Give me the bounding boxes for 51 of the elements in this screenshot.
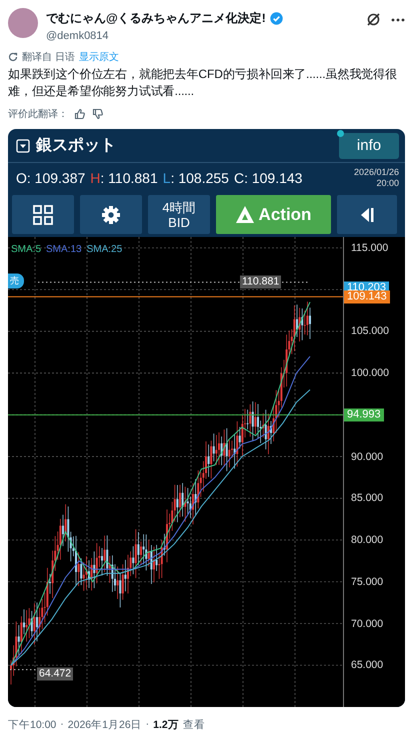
triangle-icon — [236, 206, 254, 223]
axis-label: 80.000 — [351, 534, 384, 546]
axis-label: 75.000 — [351, 576, 384, 588]
axis-label: 65.000 — [351, 659, 384, 672]
post-time[interactable]: 下午10:00 — [8, 718, 56, 732]
ohlc-value: H: 110.881 — [90, 170, 158, 186]
instrument-title[interactable]: 銀スポット — [36, 135, 333, 156]
axis-label: 70.000 — [351, 618, 384, 630]
grid-button[interactable] — [12, 195, 74, 234]
author-name[interactable]: でむにゃん@くるみちゃんアニメ化決定! — [46, 10, 266, 27]
legend-label: SMA:13 — [46, 244, 82, 255]
legend-label: SMA:5 — [11, 244, 42, 255]
info-button[interactable]: info — [339, 132, 399, 158]
no-translate-icon[interactable] — [366, 12, 381, 27]
settings-icon — [101, 204, 121, 224]
timeframe-button[interactable]: 4時間 BID — [148, 195, 210, 234]
thumbs-down-icon[interactable] — [92, 108, 104, 120]
low-label: 64.472 — [37, 667, 74, 680]
axis-label: 90.000 — [351, 450, 384, 463]
more-icon[interactable] — [391, 18, 405, 22]
rate-translation-label: 评价此翻译： — [8, 108, 68, 121]
grid-icon — [33, 204, 53, 224]
axis-label: 100.000 — [351, 367, 389, 380]
high-label: 110.881 — [240, 276, 282, 289]
dropdown-icon[interactable] — [16, 138, 30, 152]
price-tag: 94.993 — [344, 408, 384, 422]
axis-label: 105.000 — [351, 325, 389, 338]
separator-dot: · — [60, 718, 64, 732]
view-count: 1.2万 — [153, 719, 179, 731]
collapse-icon — [360, 206, 374, 222]
date-label: 2026/01/26 — [354, 167, 399, 178]
post-date[interactable]: 2026年1月26日 — [68, 718, 142, 732]
ohlc-value: L: 108.255 — [162, 170, 229, 186]
ohlc-value: O: 109.387 — [16, 170, 86, 186]
axis-label: 85.000 — [351, 492, 384, 504]
avatar[interactable] — [8, 8, 38, 38]
author-handle: @demk0814 — [46, 30, 110, 42]
translated-from-label: 翻译自 日语 — [22, 50, 75, 64]
thumbs-up-icon[interactable] — [74, 108, 86, 120]
post-text: 如果跌到这个价位左右，就能把去年CFD的亏损补回来了......虽然我觉得很难，但还是希望你能努力试试看...... — [8, 66, 398, 100]
time-label: 20:00 — [376, 178, 399, 189]
separator-dot: · — [146, 718, 150, 732]
ohlc-value: C: 109.143 — [234, 170, 302, 186]
sell-tag: 売 — [8, 274, 24, 289]
collapse-button[interactable] — [337, 195, 397, 234]
settings-button[interactable] — [80, 195, 142, 234]
views-label: 查看 — [182, 718, 205, 732]
legend-label: SMA:25 — [86, 244, 122, 255]
price-tag: 109.143 — [344, 290, 390, 304]
translate-icon — [8, 52, 18, 62]
axis-label: 115.000 — [351, 242, 388, 254]
